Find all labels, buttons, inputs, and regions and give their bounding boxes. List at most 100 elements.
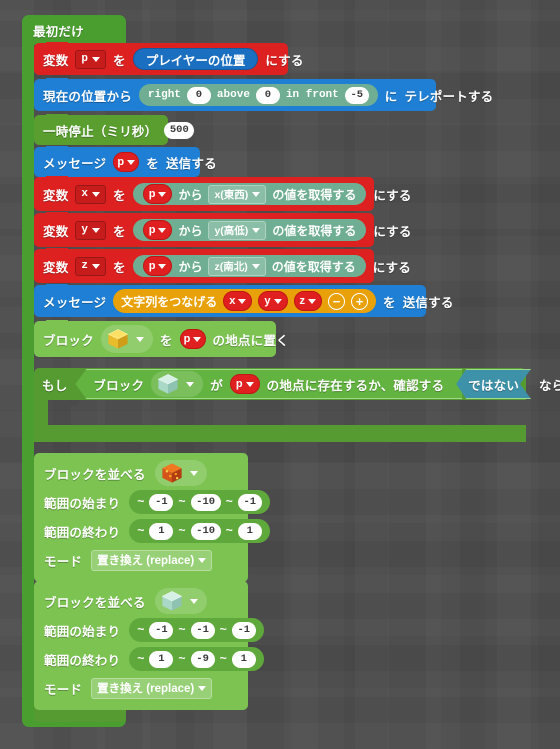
teleport-front-label: in front — [285, 89, 339, 101]
fill-blocks-block-1[interactable]: ブロックを並べる 範囲の始まり ~ -1 ~ -10 ~ -1 範囲の終わり ~… — [34, 453, 270, 582]
fill-1-mode-dropdown[interactable]: 置き換え (replace) — [91, 549, 213, 571]
chevron-down-icon — [198, 685, 207, 691]
variable-reporter-p[interactable]: p — [113, 152, 140, 172]
variable-dropdown-x[interactable]: x — [75, 184, 107, 204]
fill-2-from-z[interactable]: -1 — [231, 621, 256, 639]
variable-reporter-p[interactable]: p — [179, 329, 206, 349]
teleport-above-input[interactable]: 0 — [255, 86, 280, 104]
pause-input[interactable]: 500 — [164, 121, 195, 139]
fill-2-from-y[interactable]: -1 — [190, 621, 215, 639]
variable-reporter-p[interactable]: p — [142, 220, 173, 240]
chevron-down-icon — [92, 56, 101, 62]
remove-argument-icon[interactable]: − — [328, 292, 346, 310]
fill-2-to-x[interactable]: 1 — [149, 650, 174, 668]
join-string-reporter[interactable]: 文字列をつなげる x y z − + — [113, 289, 377, 313]
not-operator-block[interactable]: ではない — [456, 369, 531, 399]
diamond-block-picker[interactable] — [151, 371, 204, 397]
fill-1-from-coords[interactable]: ~ -1 ~ -10 ~ -1 — [129, 490, 270, 514]
variable-reporter-p[interactable]: p — [142, 256, 173, 276]
axis-dropdown-y[interactable]: y(高低) — [208, 220, 267, 240]
chevron-down-icon — [238, 298, 247, 304]
variable-reporter-p-value: p — [117, 156, 125, 168]
repeat-until-slot[interactable] — [48, 400, 526, 425]
variable-reporter-p[interactable]: p — [142, 184, 173, 204]
fill-2-from-x[interactable]: -1 — [149, 621, 174, 639]
tilde-y: ~ — [178, 495, 186, 509]
repeat-until-slot-notch — [56, 400, 80, 406]
fill-1-label: ブロックを並べる — [44, 467, 146, 482]
add-argument-icon[interactable]: + — [351, 292, 369, 310]
set-variable-p-block[interactable]: 変数 p を プレイヤーの位置 にする — [34, 42, 303, 75]
fill-1-to-y[interactable]: -10 — [190, 522, 221, 540]
variable-reporter-p[interactable]: p — [229, 374, 260, 394]
set-var-connector: を — [113, 53, 126, 68]
diamond-block-picker[interactable] — [154, 588, 207, 614]
fill-2-mode-value: 置き換え (replace) — [97, 683, 195, 695]
fill-2-to-coords[interactable]: ~ 1 ~ -9 ~ 1 — [129, 647, 264, 671]
teleport-block[interactable]: 現在の位置から right 0 above 0 in front -5 に テレ… — [34, 78, 493, 111]
teleport-suffix: テレポートする — [404, 89, 494, 104]
say-prefix: メッセージ — [43, 156, 107, 171]
fill-1-from-z[interactable]: -1 — [237, 493, 262, 511]
fill-2-from-coords[interactable]: ~ -1 ~ -1 ~ -1 — [129, 618, 264, 642]
set-x-prefix: 変数 — [43, 188, 69, 203]
teleport-right-input[interactable]: 0 — [186, 86, 211, 104]
set-variable-z-block[interactable]: 変数 z を p から z(南北) の値を取得する にする — [34, 248, 411, 283]
variable-reporter-x[interactable]: x — [223, 291, 253, 311]
get-coordinate-z-reporter[interactable]: p から z(南北) の値を取得する — [132, 255, 366, 277]
repeat-until-content: もし ブロック が p の地点に存在するか、確認する ではない ならくり — [42, 369, 560, 399]
fill-1-to-z[interactable]: 1 — [237, 522, 262, 540]
relative-position-reporter[interactable]: right 0 above 0 in front -5 — [138, 84, 378, 106]
set-variable-y-block[interactable]: 変数 y を p から y(高低) の値を取得する にする — [34, 212, 411, 247]
variable-reporter-y[interactable]: y — [258, 291, 288, 311]
variable-dropdown-x-value: x — [81, 188, 89, 200]
fill-1-to-row: 範囲の終わり ~ 1 ~ -10 ~ 1 — [44, 518, 270, 544]
variable-reporter-p-value: p — [148, 224, 156, 236]
gold-block-picker[interactable] — [100, 325, 153, 353]
magma-block-picker[interactable] — [154, 460, 207, 486]
fill-1-to-coords[interactable]: ~ 1 ~ -10 ~ 1 — [129, 519, 270, 543]
chevron-down-icon — [189, 470, 198, 476]
axis-dropdown-x[interactable]: x(東西) — [208, 184, 267, 204]
fill-1-from-x[interactable]: -1 — [149, 493, 174, 511]
fill-2-to-z[interactable]: 1 — [231, 650, 256, 668]
diamond-block-icon — [161, 591, 182, 611]
get-coordinate-x-reporter[interactable]: p から x(東西) の値を取得する — [132, 183, 367, 205]
tilde-y: ~ — [178, 652, 186, 666]
place-suffix: の地点に置く — [212, 333, 289, 348]
axis-dropdown-z[interactable]: z(南北) — [208, 256, 266, 276]
fill-blocks-block-2[interactable]: ブロックを並べる 範囲の始まり ~ -1 ~ -1 ~ -1 範囲の終わり ~ … — [34, 581, 264, 710]
set-variable-x-block[interactable]: 変数 x を p から x(東西) の値を取得する にする — [34, 176, 411, 211]
pause-block[interactable]: 一時停止（ミリ秒） 500 — [34, 114, 195, 145]
chevron-down-icon — [158, 191, 167, 197]
tilde-z: ~ — [225, 495, 233, 509]
say-join-block[interactable]: メッセージ 文字列をつなげる x y z − + を 送信する — [34, 284, 453, 317]
get-x-getter: の値を取得する — [272, 187, 357, 202]
block-exists-condition[interactable]: ブロック が p の地点に存在するか、確認する — [75, 369, 463, 399]
magma-block-icon — [161, 463, 182, 483]
fill-2-from-row: 範囲の始まり ~ -1 ~ -1 ~ -1 — [44, 617, 264, 643]
get-x-from: から — [178, 187, 203, 202]
variable-reporter-z[interactable]: z — [293, 291, 323, 311]
tilde-y: ~ — [178, 623, 186, 637]
condition-mid: が — [210, 378, 223, 393]
set-x-connector: を — [113, 188, 126, 203]
teleport-front-input[interactable]: -5 — [344, 86, 369, 104]
variable-dropdown-p[interactable]: p — [75, 49, 107, 69]
variable-dropdown-z[interactable]: z — [75, 256, 107, 276]
teleport-mid: に — [384, 89, 398, 104]
get-z-from: から — [178, 259, 203, 274]
place-block[interactable]: ブロック を p の地点に置く — [34, 320, 289, 357]
fill-2-to-y[interactable]: -9 — [190, 650, 215, 668]
get-coordinate-y-reporter[interactable]: p から y(高低) の値を取得する — [132, 219, 367, 241]
fill-1-to-x[interactable]: 1 — [149, 522, 174, 540]
say-variable-block[interactable]: メッセージ p を 送信する — [34, 146, 217, 177]
block-editor-canvas[interactable]: 最初だけ 変数 p を プレイヤーの位置 にする 現在の位置から right 0… — [0, 0, 560, 749]
fill-1-from-label: 範囲の始まり — [44, 496, 121, 511]
on-start-hat-block[interactable]: 最初だけ — [22, 15, 126, 45]
fill-2-mode-dropdown[interactable]: 置き換え (replace) — [91, 677, 213, 699]
player-position-reporter[interactable]: プレイヤーの位置 — [132, 48, 259, 70]
fill-1-from-y[interactable]: -10 — [190, 493, 221, 511]
variable-dropdown-y[interactable]: y — [75, 220, 107, 240]
fill-1-to-label: 範囲の終わり — [44, 525, 121, 540]
